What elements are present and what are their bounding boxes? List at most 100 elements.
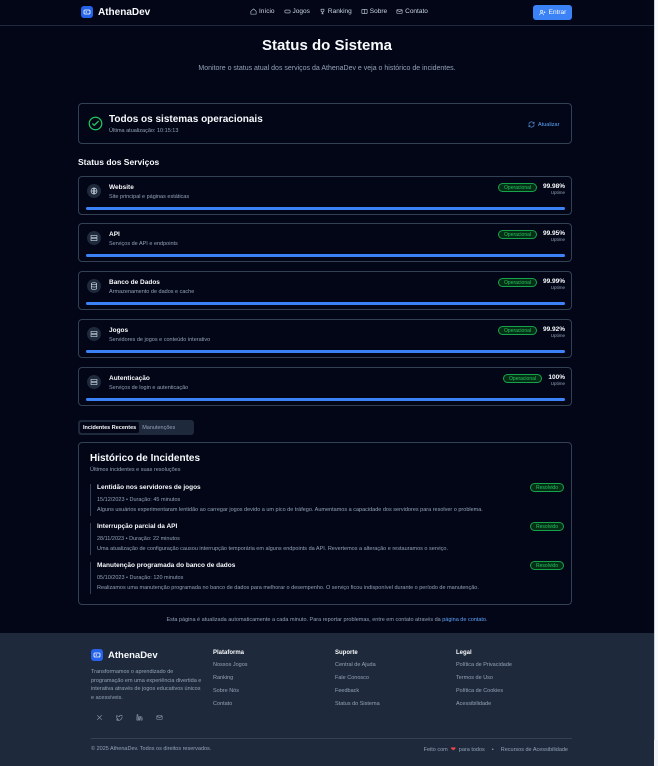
uptime-bar-fill xyxy=(86,398,565,401)
service-card: API Serviços de API e endpoints Operacio… xyxy=(78,223,572,262)
uptime-bar xyxy=(86,207,565,210)
refresh-button[interactable]: Atualizar xyxy=(528,121,559,128)
incident-meta: 28/11/2023 • Duração: 22 minutos xyxy=(97,536,180,542)
incident-desc: Realizamos uma manutenção programada no … xyxy=(97,585,479,591)
nav-link-contato[interactable]: Contato xyxy=(396,8,428,15)
server-icon xyxy=(87,375,101,389)
uptime-value: 99.99% xyxy=(542,278,565,285)
brand-name: AthenaDev xyxy=(98,6,151,18)
incident-name: Manutenção programada do banco de dados xyxy=(97,562,236,569)
social-links xyxy=(95,713,163,721)
uptime-label: Uptime xyxy=(550,285,565,290)
footer-brand[interactable]: AthenaDev xyxy=(91,649,158,661)
footer-link[interactable]: Status do Sistema xyxy=(335,701,380,714)
uptime-bar-fill xyxy=(86,302,565,305)
made-suffix: para todos xyxy=(458,746,485,753)
incident-name: Interrupção parcial da API xyxy=(97,523,178,530)
incident-desc: Uma atualização de configuração causou i… xyxy=(97,546,448,552)
scrollbar-thumb[interactable] xyxy=(654,0,658,740)
service-name: Autenticação xyxy=(109,375,150,382)
footer-link[interactable]: Termos de Uso xyxy=(456,675,512,688)
incident-item: Lentidão nos servidores de jogos Resolvi… xyxy=(90,483,564,516)
last-updated: Última atualização: 10:15:13 xyxy=(109,128,179,134)
nav-link-label: Ranking xyxy=(327,8,352,15)
footer-link[interactable]: Feedback xyxy=(335,688,380,701)
status-badge: Operacional xyxy=(498,278,537,287)
twitter-bird-icon[interactable] xyxy=(115,713,123,721)
nav-link-label: Contato xyxy=(405,8,428,15)
incident-name: Lentidão nos servidores de jogos xyxy=(97,484,201,491)
gamepad-logo-icon xyxy=(91,649,103,661)
footer-link[interactable]: Política de Privacidade xyxy=(456,662,512,675)
uptime-block: 99.95% Uptime xyxy=(543,230,565,242)
uptime-label: Uptime xyxy=(550,237,565,242)
refresh-label: Atualizar xyxy=(538,121,560,128)
tab-manutencoes[interactable]: Manutenções xyxy=(139,422,178,433)
page-title: Status do Sistema xyxy=(261,37,393,54)
nav-link-label: Jogos xyxy=(292,8,310,15)
gamepad-logo-icon xyxy=(81,6,93,18)
uptime-value: 99.95% xyxy=(542,230,565,237)
footer-link[interactable]: Política de Cookies xyxy=(456,688,512,701)
footer-col-title: Legal xyxy=(456,650,472,656)
footer-link[interactable]: Sobre Nós xyxy=(213,688,248,701)
nav-links: Início Jogos Ranking Sobre Contato xyxy=(250,8,428,15)
footer-link[interactable]: Fale Conosco xyxy=(335,675,380,688)
heart-icon: ❤ xyxy=(450,747,456,753)
accessibility-link[interactable]: Recursos de Acessibilidade xyxy=(501,747,568,753)
service-card: Website Site principal e páginas estátic… xyxy=(78,176,572,215)
user-plus-icon xyxy=(538,9,546,16)
footer-col-legal: Legal Política de Privacidade Termos de … xyxy=(456,650,512,714)
brand-logo-link[interactable]: AthenaDev xyxy=(81,6,150,18)
footer-about: Transformamos o aprendizado de programaç… xyxy=(91,669,202,701)
tab-incidentes-recentes[interactable]: Incidentes Recentes xyxy=(80,422,140,433)
note-text: Esta página é atualizada automaticamente… xyxy=(166,617,441,623)
footer-col-suporte: Suporte Central de Ajuda Fale Conosco Fe… xyxy=(335,650,380,714)
incident-history-subtitle: Últimos incidentes e suas resoluções xyxy=(90,467,181,473)
uptime-bar xyxy=(86,350,565,353)
home-icon xyxy=(250,8,257,15)
footer-link[interactable]: Ranking xyxy=(213,675,248,688)
incident-item: Interrupção parcial da API Resolvido 28/… xyxy=(90,522,564,555)
page-subtitle: Monitore o status atual dos serviços da … xyxy=(198,65,456,72)
top-navbar: AthenaDev Início Jogos Ranking Sobre Con… xyxy=(0,0,654,26)
incident-meta: 05/10/2023 • Duração: 120 minutos xyxy=(97,575,184,581)
uptime-bar-fill xyxy=(86,254,565,257)
service-name: API xyxy=(109,231,120,238)
refresh-icon xyxy=(528,121,535,128)
uptime-block: 99.92% Uptime xyxy=(543,326,565,338)
separator-bullet: • xyxy=(491,746,494,753)
nav-link-jogos[interactable]: Jogos xyxy=(284,8,310,15)
uptime-bar-fill xyxy=(86,350,565,353)
linkedin-icon[interactable] xyxy=(135,713,143,721)
footer-link[interactable]: Contato xyxy=(213,701,248,714)
nav-link-label: Sobre xyxy=(369,8,388,15)
login-button[interactable]: Entrar xyxy=(533,5,572,20)
status-badge: Operacional xyxy=(498,183,537,192)
uptime-bar xyxy=(86,302,565,305)
services-title: Status dos Serviços xyxy=(78,157,160,167)
uptime-label: Uptime xyxy=(550,190,565,195)
incident-item: Manutenção programada do banco de dados … xyxy=(90,561,564,594)
nav-link-sobre[interactable]: Sobre xyxy=(361,8,387,15)
contact-page-link[interactable]: página de contato xyxy=(442,617,486,623)
footer-link[interactable]: Nossos Jogos xyxy=(213,662,248,675)
uptime-block: 99.99% Uptime xyxy=(543,278,565,290)
mail-icon[interactable] xyxy=(155,713,163,721)
service-name: Website xyxy=(109,184,134,191)
incident-history-title: Histórico de Incidentes xyxy=(90,453,201,464)
footer-link[interactable]: Central de Ajuda xyxy=(335,662,380,675)
page-scrollbar[interactable] xyxy=(654,0,658,766)
footer-link[interactable]: Acessibilidade xyxy=(456,701,512,714)
made-prefix: Feito com xyxy=(423,746,448,753)
nav-link-inicio[interactable]: Início xyxy=(250,8,275,15)
nav-link-ranking[interactable]: Ranking xyxy=(319,8,352,15)
uptime-value: 99.98% xyxy=(542,183,565,190)
service-card: Banco de Dados Armazenamento de dados e … xyxy=(78,271,572,310)
nav-link-label: Início xyxy=(259,8,275,15)
service-desc: Servidores de jogos e conteúdo interativ… xyxy=(109,337,211,343)
twitter-icon[interactable] xyxy=(95,713,103,721)
service-card: Autenticação Serviços de login e autenti… xyxy=(78,367,572,406)
uptime-block: 100% Uptime xyxy=(548,374,565,386)
status-badge: Operacional xyxy=(498,326,537,335)
